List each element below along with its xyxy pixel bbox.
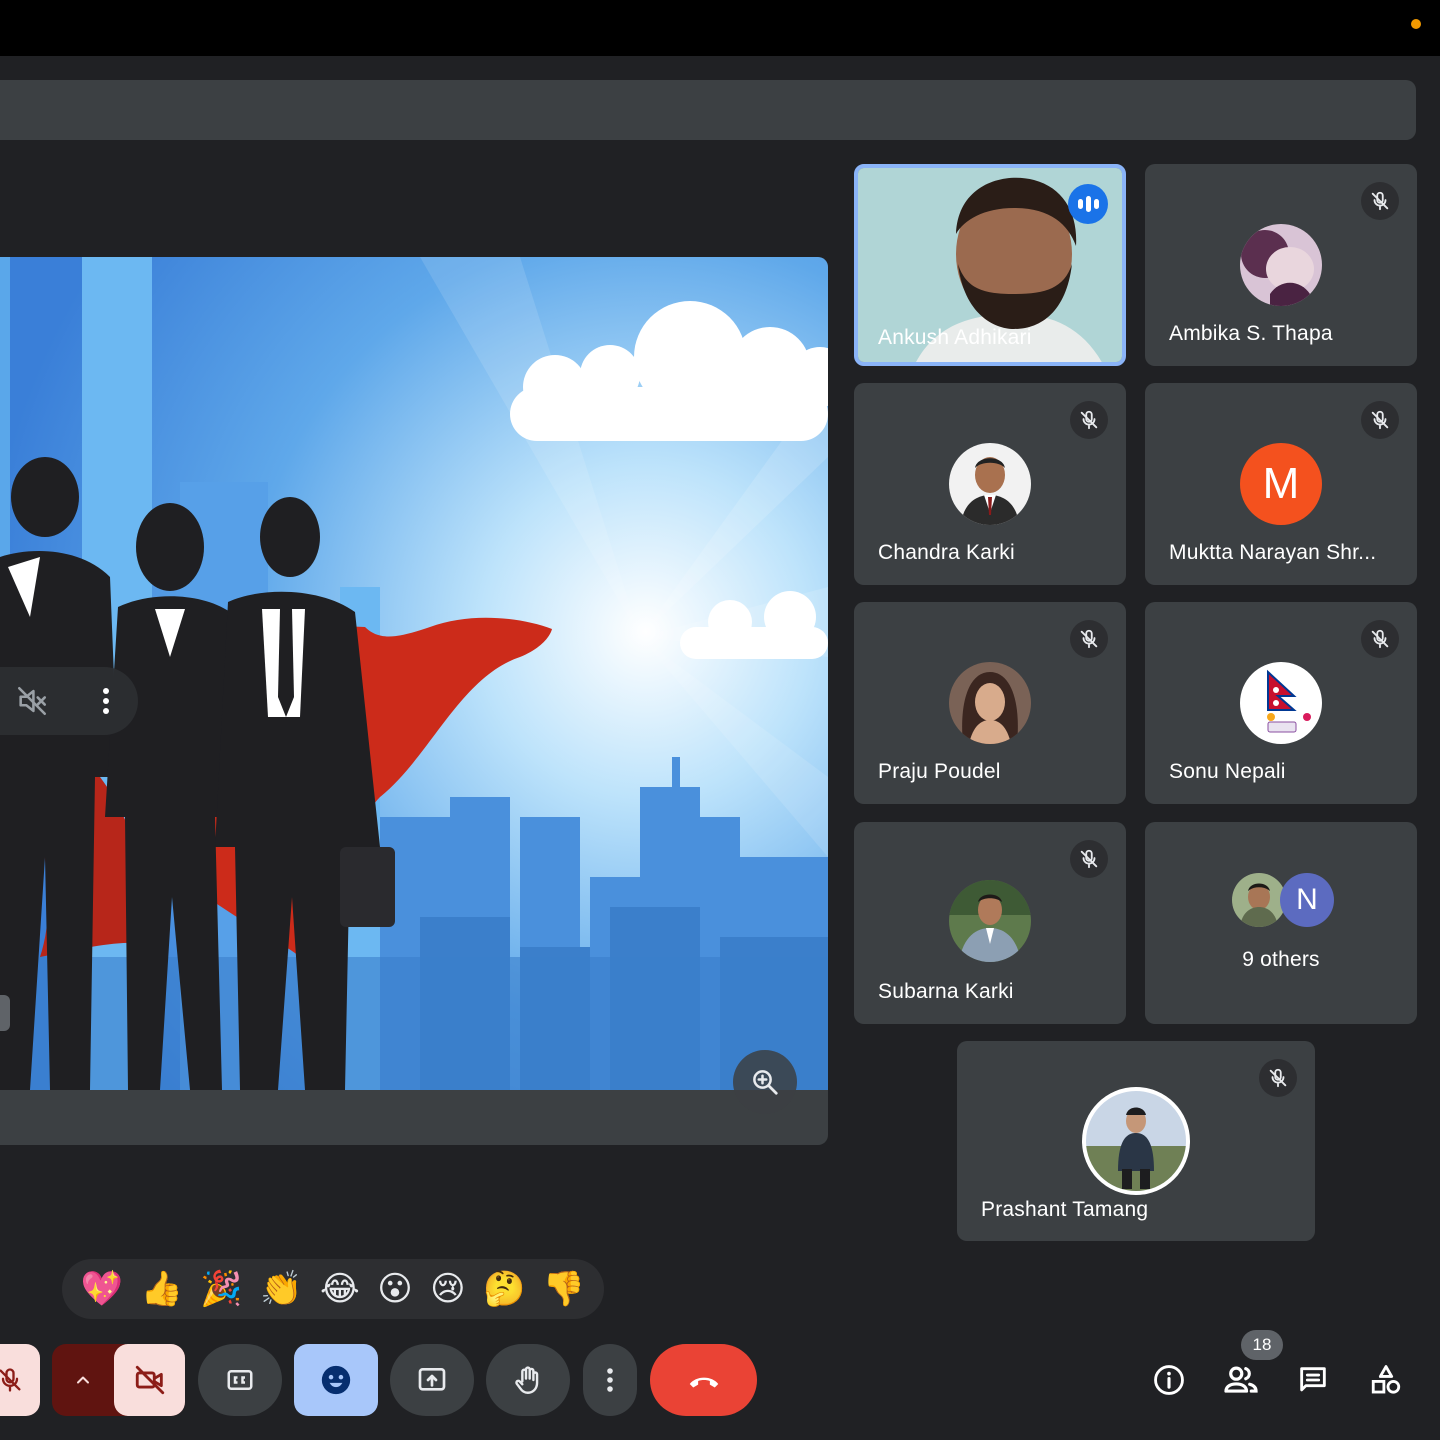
- camera-options-button[interactable]: [52, 1344, 114, 1416]
- leave-call-button[interactable]: [650, 1344, 757, 1416]
- more-options-icon: [607, 1368, 613, 1392]
- avatar: [949, 880, 1031, 962]
- mic-off-icon: [1371, 629, 1389, 649]
- present-button[interactable]: [390, 1344, 474, 1416]
- reaction-party[interactable]: 🎉: [200, 1272, 242, 1306]
- participant-name: Praju Poudel: [878, 760, 1001, 783]
- mic-off-indicator: [1259, 1059, 1297, 1097]
- participant-tile[interactable]: Subarna Karki: [854, 822, 1126, 1024]
- participant-tile[interactable]: Chandra Karki: [854, 383, 1126, 585]
- chat-button[interactable]: [1289, 1356, 1337, 1404]
- avatar: [1082, 1087, 1190, 1195]
- captions-button[interactable]: [198, 1344, 282, 1416]
- avatar: [1240, 224, 1322, 306]
- participant-tile[interactable]: M Muktta Narayan Shr...: [1145, 383, 1417, 585]
- people-button[interactable]: [1217, 1356, 1265, 1404]
- reaction-thinking[interactable]: 🤔: [483, 1272, 525, 1306]
- mute-tile-button[interactable]: [0, 667, 64, 735]
- meeting-info-button[interactable]: [1145, 1356, 1193, 1404]
- volume-off-icon: [17, 686, 47, 716]
- zoom-in-icon: [753, 1070, 778, 1095]
- zoom-button[interactable]: [733, 1050, 797, 1114]
- tile-controls: [0, 667, 138, 735]
- mic-off-indicator: [1070, 840, 1108, 878]
- leave-call-icon: [689, 1377, 718, 1388]
- avatar: [949, 443, 1031, 525]
- camera-off-icon: [135, 1365, 164, 1395]
- reaction-thumbs-up[interactable]: 👍: [141, 1272, 183, 1306]
- mic-off-icon: [1080, 410, 1098, 430]
- more-vertical-icon: [103, 688, 109, 714]
- others-tile[interactable]: N 9 others: [1145, 822, 1417, 1024]
- reactions-button[interactable]: [294, 1344, 378, 1416]
- participant-name: Muktta Narayan Shr...: [1169, 541, 1377, 564]
- people-icon: [1224, 1366, 1258, 1393]
- emoji-icon: [321, 1365, 351, 1395]
- mic-toggle-button[interactable]: [0, 1344, 40, 1416]
- mic-off-indicator: [1361, 620, 1399, 658]
- participant-tile[interactable]: Ambika S. Thapa: [1145, 164, 1417, 366]
- participant-name: Subarna Karki: [878, 980, 1014, 1003]
- chevron-up-icon: [77, 1376, 89, 1384]
- avatar: [1232, 873, 1286, 927]
- participant-count-badge: 18: [1241, 1330, 1283, 1360]
- mic-off-indicator: [1070, 620, 1108, 658]
- chat-icon: [1300, 1367, 1326, 1392]
- info-icon: [1154, 1365, 1184, 1395]
- raise-hand-icon: [515, 1366, 539, 1394]
- participant-name: Ankush Adhikari: [878, 326, 1032, 349]
- others-count-label: 9 others: [1242, 948, 1320, 971]
- avatar: [1240, 662, 1322, 744]
- info-strip: [0, 80, 1416, 140]
- avatar: [949, 662, 1031, 744]
- reaction-heart[interactable]: 💖: [81, 1272, 123, 1306]
- more-options-button[interactable]: [583, 1344, 637, 1416]
- participant-tile[interactable]: Praju Poudel: [854, 602, 1126, 804]
- reactions-bar: 💖 👍 🎉 👏 😂 😮 😢 🤔 👎: [62, 1259, 604, 1319]
- mic-off-icon: [1269, 1068, 1287, 1088]
- participant-name: Ambika S. Thapa: [1169, 322, 1333, 345]
- mic-off-indicator: [1070, 401, 1108, 439]
- top-bar: [0, 0, 1440, 56]
- participant-name: Chandra Karki: [878, 541, 1015, 564]
- avatar-initial: M: [1240, 443, 1322, 525]
- mic-off-icon: [1080, 629, 1098, 649]
- reaction-clap[interactable]: 👏: [260, 1272, 302, 1306]
- participant-tile[interactable]: Ankush Adhikari: [854, 164, 1126, 366]
- pin-tab[interactable]: [0, 995, 10, 1031]
- participant-name: Sonu Nepali: [1169, 760, 1286, 783]
- participant-name: Prashant Tamang: [981, 1198, 1149, 1221]
- reaction-sad[interactable]: 😢: [430, 1272, 465, 1306]
- mic-off-icon: [1080, 849, 1098, 869]
- camera-controls: [52, 1344, 185, 1416]
- participant-tile[interactable]: Prashant Tamang: [957, 1041, 1315, 1241]
- reaction-thumbs-down[interactable]: 👎: [543, 1272, 585, 1306]
- reaction-surprised[interactable]: 😮: [377, 1272, 412, 1306]
- mic-off-icon: [1371, 191, 1389, 211]
- mic-off-indicator: [1361, 182, 1399, 220]
- activity-indicator-dot: [1411, 19, 1421, 29]
- reaction-laugh[interactable]: 😂: [320, 1272, 360, 1306]
- participant-tile[interactable]: Sonu Nepali: [1145, 602, 1417, 804]
- mic-off-indicator: [1361, 401, 1399, 439]
- activities-icon: [1371, 1365, 1401, 1394]
- present-icon: [418, 1368, 446, 1391]
- activities-button[interactable]: [1362, 1356, 1410, 1404]
- mic-off-icon: [1371, 410, 1389, 430]
- speaking-indicator: [1068, 184, 1108, 224]
- tile-more-button[interactable]: [74, 667, 138, 735]
- avatar-initial: N: [1280, 873, 1334, 927]
- captions-icon: [227, 1370, 253, 1390]
- camera-toggle-button[interactable]: [114, 1344, 185, 1416]
- raise-hand-button[interactable]: [486, 1344, 570, 1416]
- mic-off-icon: [0, 1368, 21, 1392]
